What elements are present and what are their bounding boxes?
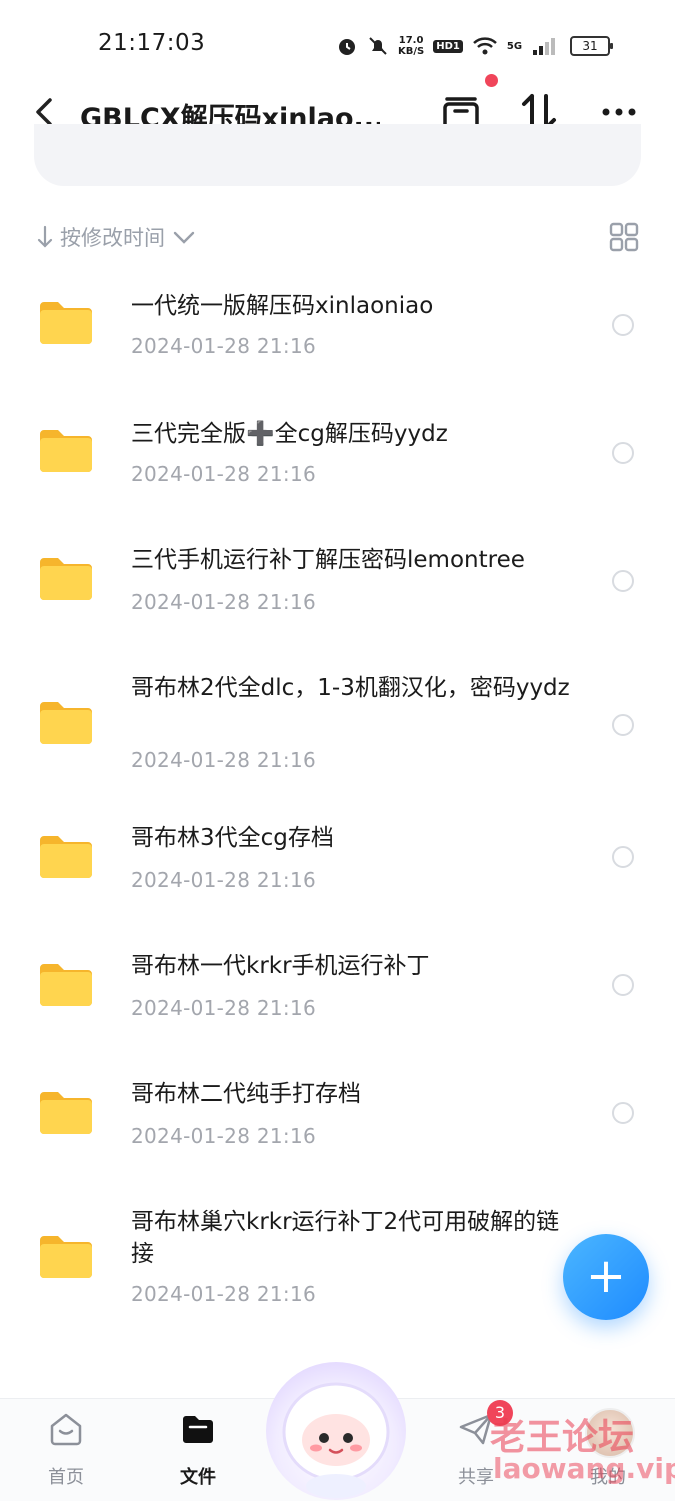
nav-home-label: 首页	[48, 1467, 84, 1488]
grid-view-icon[interactable]	[609, 222, 639, 252]
file-date: 2024-01-28 21:16	[131, 1282, 317, 1306]
list-item[interactable]: 三代完全版➕全cg解压码yydz 2024-01-28 21:16	[0, 388, 675, 516]
folder-icon	[40, 302, 92, 344]
wifi-icon	[473, 37, 497, 55]
select-radio[interactable]	[612, 314, 634, 336]
battery-indicator: 31	[570, 36, 614, 56]
list-item[interactable]: 哥布林2代全dlc，1-3机翻汉化，密码yydz 2024-01-28 21:1…	[0, 644, 675, 804]
file-date: 2024-01-28 21:16	[131, 334, 317, 358]
speed-unit: KB/S	[398, 46, 425, 57]
file-date: 2024-01-28 21:16	[131, 996, 317, 1020]
watermark-url: laowang.vip	[493, 1452, 675, 1485]
arrow-down-icon	[37, 225, 53, 248]
status-bar: 21:17:03 17.0 KB/S HD1 5G 31	[0, 0, 675, 90]
file-date: 2024-01-28 21:16	[131, 1124, 317, 1148]
select-radio[interactable]	[612, 442, 634, 464]
list-item[interactable]: 哥布林二代纯手打存档 2024-01-28 21:16	[0, 1060, 675, 1188]
file-name: 哥布林3代全cg存档	[131, 825, 334, 851]
select-radio[interactable]	[612, 974, 634, 996]
speed-value: 17.0	[398, 35, 424, 46]
sort-selector[interactable]: 按修改时间	[36, 222, 197, 252]
plus-icon: +	[585, 1248, 627, 1304]
list-item[interactable]: 哥布林一代krkr手机运行补丁 2024-01-28 21:16	[0, 932, 675, 1060]
file-name: 三代完全版➕全cg解压码yydz	[131, 421, 448, 447]
nav-files-label: 文件	[180, 1467, 216, 1488]
file-name: 三代手机运行补丁解压密码lemontree	[131, 547, 525, 573]
list-item[interactable]: 哥布林3代全cg存档 2024-01-28 21:16	[0, 804, 675, 932]
search-bar[interactable]	[34, 124, 641, 186]
folder-icon	[40, 702, 92, 744]
alarm-icon	[339, 39, 355, 55]
status-time: 21:17:03	[98, 30, 206, 56]
home-icon	[50, 1413, 82, 1446]
select-radio[interactable]	[612, 714, 634, 736]
status-icons: 17.0 KB/S HD1 5G 31	[336, 28, 614, 64]
nav-files[interactable]: 文件	[143, 1399, 253, 1501]
select-radio[interactable]	[612, 846, 634, 868]
mascot-icon	[282, 1382, 390, 1498]
folder-icon	[40, 836, 92, 878]
network-speed: 17.0 KB/S	[398, 35, 424, 57]
mute-bell-icon	[369, 37, 387, 55]
file-name: 哥布林一代krkr手机运行补丁	[131, 953, 430, 979]
chevron-down-icon	[173, 231, 195, 244]
folder-icon	[40, 964, 92, 1006]
file-date: 2024-01-28 21:16	[131, 748, 317, 772]
folder-icon	[40, 430, 92, 472]
file-name: 一代统一版解压码xinlaoniao	[131, 293, 434, 319]
nav-home[interactable]: 首页	[11, 1399, 121, 1501]
files-icon	[183, 1416, 213, 1443]
sort-label: 按修改时间	[60, 226, 165, 250]
file-date: 2024-01-28 21:16	[131, 868, 317, 892]
list-item[interactable]: 一代统一版解压码xinlaoniao 2024-01-28 21:16	[0, 260, 675, 388]
list-item[interactable]: 三代手机运行补丁解压密码lemontree 2024-01-28 21:16	[0, 516, 675, 644]
notification-dot	[485, 74, 498, 87]
network-type: 5G	[506, 40, 523, 52]
file-date: 2024-01-28 21:16	[131, 590, 317, 614]
file-name: 哥布林2代全dlc，1-3机翻汉化，密码yydz	[131, 675, 570, 701]
folder-icon	[40, 1092, 92, 1134]
file-name: 哥布林巢穴krkr运行补丁2代可用破解的链接	[131, 1209, 560, 1267]
add-button[interactable]: +	[563, 1234, 649, 1320]
select-radio[interactable]	[612, 1102, 634, 1124]
folder-icon	[40, 558, 92, 600]
hd-indicator: HD1	[433, 39, 463, 53]
signal-icon	[533, 38, 556, 55]
folder-icon	[40, 1236, 92, 1278]
file-date: 2024-01-28 21:16	[131, 462, 317, 486]
assistant-mascot-button[interactable]	[266, 1362, 406, 1500]
file-name: 哥布林二代纯手打存档	[131, 1081, 361, 1107]
select-radio[interactable]	[612, 570, 634, 592]
